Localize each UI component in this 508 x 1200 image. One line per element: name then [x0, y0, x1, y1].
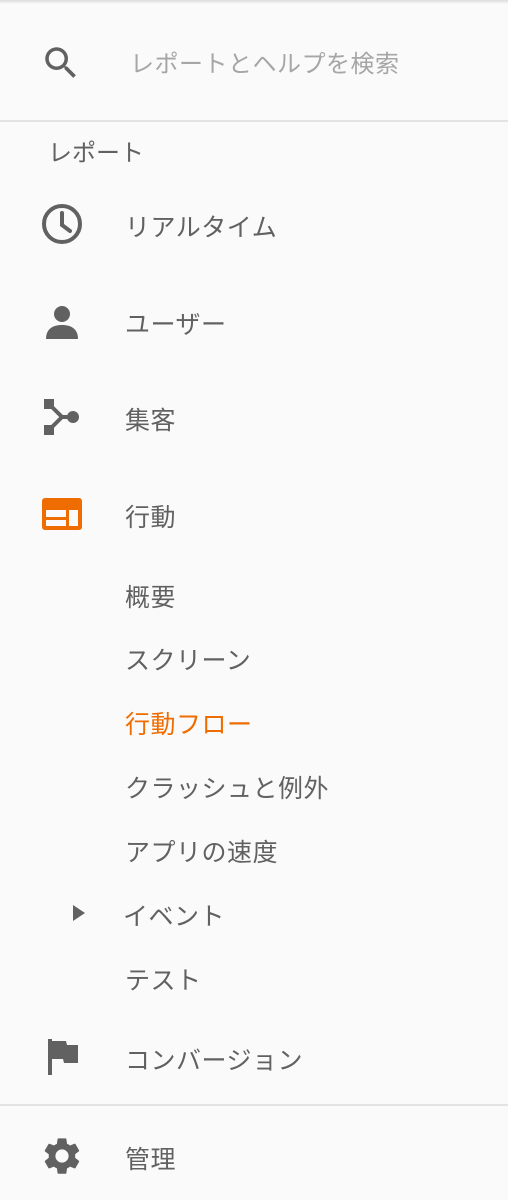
nav-item-behavior[interactable]: 行動 [0, 484, 508, 544]
sub-item-screens[interactable]: スクリーン [0, 635, 508, 679]
sub-item-crashes[interactable]: クラッシュと例外 [0, 763, 508, 807]
nav-item-label: コンバージョン [125, 1046, 304, 1075]
nav-item-admin[interactable]: 管理 [0, 1126, 508, 1186]
gear-icon [44, 1138, 80, 1174]
sub-item-experiments[interactable]: テスト [0, 955, 508, 999]
sub-item-events[interactable]: イベント [0, 891, 508, 935]
expand-arrow-icon[interactable] [73, 905, 85, 921]
nav-item-label: 行動 [125, 503, 177, 532]
section-title-reports: レポート [48, 139, 144, 167]
nav-item-realtime[interactable]: リアルタイム [0, 194, 508, 254]
nav-item-conversions[interactable]: コンバージョン [0, 1027, 508, 1087]
sub-item-label: 行動フロー [125, 710, 253, 739]
nav-item-users[interactable]: ユーザー [0, 291, 508, 351]
sub-item-label: スクリーン [125, 646, 252, 675]
sub-item-app-speed[interactable]: アプリの速度 [0, 827, 508, 871]
nav-item-label: リアルタイム [125, 213, 278, 242]
divider [0, 1104, 508, 1106]
sub-item-label: アプリの速度 [125, 838, 279, 867]
sub-item-overview[interactable]: 概要 [0, 572, 508, 616]
flag-icon [48, 1039, 78, 1075]
acquisition-icon [44, 399, 79, 435]
nav-item-acquisition[interactable]: 集客 [0, 387, 508, 447]
nav-item-label: 集客 [125, 406, 177, 435]
nav-item-label: 管理 [125, 1145, 177, 1174]
sub-item-label: テスト [125, 966, 202, 995]
search-bar[interactable]: レポートとヘルプを検索 [0, 0, 508, 121]
behavior-icon [42, 498, 82, 530]
sub-item-label: 概要 [125, 583, 177, 612]
search-input[interactable]: レポートとヘルプを検索 [130, 44, 400, 79]
sub-item-label: クラッシュと例外 [125, 774, 330, 803]
clock-icon [42, 204, 82, 244]
person-icon [46, 306, 78, 339]
divider [0, 120, 508, 122]
sub-item-behavior-flow[interactable]: 行動フロー [0, 699, 508, 743]
nav-item-label: ユーザー [125, 310, 227, 339]
search-icon[interactable] [40, 42, 82, 84]
sub-item-label: イベント [123, 902, 226, 931]
